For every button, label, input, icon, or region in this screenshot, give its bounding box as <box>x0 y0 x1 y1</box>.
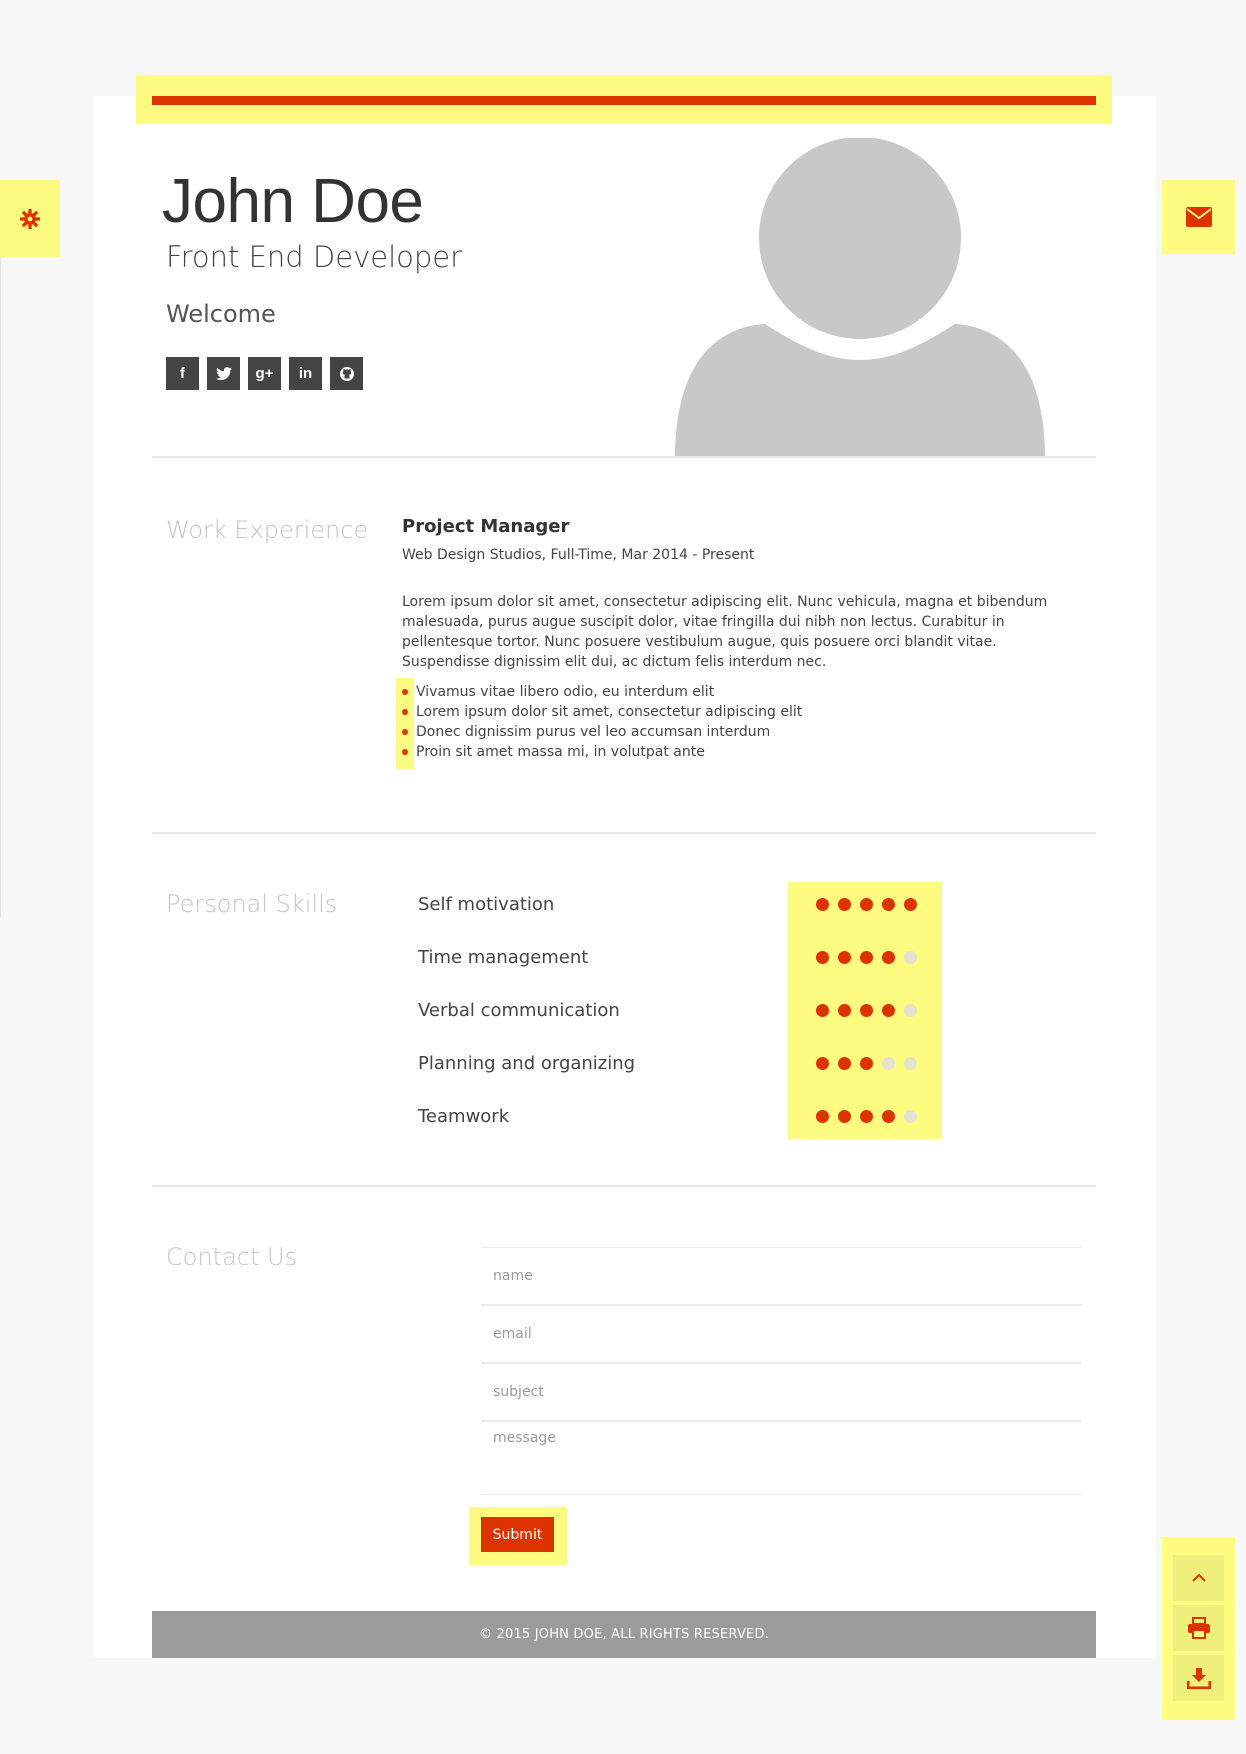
skill-row: Verbal communication <box>418 995 938 1025</box>
rating-dot-filled <box>838 1003 851 1017</box>
contact-toggle[interactable] <box>1162 180 1235 254</box>
rating-dot-filled <box>838 897 851 911</box>
message-field-wrap <box>481 1421 1081 1495</box>
skill-rating <box>816 1056 917 1070</box>
profile-role: Front End Developer <box>166 240 463 274</box>
avatar-placeholder <box>675 138 1045 458</box>
skill-name: Verbal communication <box>418 999 620 1021</box>
top-accent-bar <box>152 96 1096 105</box>
skill-row: Planning and organizing <box>418 1048 938 1078</box>
name-input[interactable] <box>481 1248 1081 1304</box>
rating-dot-filled <box>838 1109 851 1123</box>
github-link[interactable] <box>330 357 363 390</box>
printer-icon <box>1187 1617 1210 1639</box>
skill-row: Time management <box>418 942 938 972</box>
download-icon <box>1186 1668 1211 1689</box>
gear-icon <box>19 208 41 229</box>
facebook-link[interactable]: f <box>166 357 199 390</box>
divider <box>152 456 1096 458</box>
list-item: Lorem ipsum dolor sit amet, consectetur … <box>402 702 802 722</box>
scroll-top-button[interactable] <box>1173 1555 1224 1601</box>
rating-dot-filled <box>860 1003 873 1017</box>
skill-name: Time management <box>418 946 589 968</box>
rating-dot-filled <box>904 897 917 911</box>
job-meta: Web Design Studios, Full-Time, Mar 2014 … <box>402 547 755 563</box>
print-button[interactable] <box>1173 1605 1224 1651</box>
skill-rating <box>816 897 917 911</box>
chevron-up-icon <box>1191 1573 1206 1582</box>
linkedin-icon: in <box>298 365 313 382</box>
bullet-dot <box>402 689 408 695</box>
rating-dot-filled <box>860 1109 873 1123</box>
job-bullet-list: Vivamus vitae libero odio, eu interdum e… <box>402 682 802 762</box>
copyright-text: © 2015 JOHN DOE, ALL RIGHTS RESERVED. <box>478 1627 769 1642</box>
google-plus-icon: g+ <box>255 365 274 382</box>
top-accent-highlight <box>136 75 1112 124</box>
rating-dot-filled <box>882 1109 895 1123</box>
skill-name: Teamwork <box>418 1105 510 1127</box>
settings-toggle[interactable] <box>0 180 60 257</box>
facebook-icon: f <box>180 365 185 382</box>
skill-name: Planning and organizing <box>418 1052 636 1074</box>
list-item: Vivamus vitae libero odio, eu interdum e… <box>402 682 802 702</box>
rating-dot-filled <box>860 897 873 911</box>
job-description: Lorem ipsum dolor sit amet, consectetur … <box>402 594 1048 670</box>
download-button[interactable] <box>1173 1655 1224 1701</box>
bullet-dot <box>402 709 408 715</box>
rating-dot-filled <box>860 1056 873 1070</box>
rating-dot-filled <box>816 950 829 964</box>
rating-dot-filled <box>882 897 895 911</box>
bullet-dot <box>402 729 408 735</box>
subject-input[interactable] <box>481 1364 1081 1420</box>
skill-row: Self motivation <box>418 889 938 919</box>
job-title: Project Manager <box>402 516 570 537</box>
contact-us-title: Contact Us <box>166 1243 298 1271</box>
skill-rating <box>816 1003 917 1017</box>
twitter-icon <box>215 366 232 380</box>
work-experience-title: Work Experience <box>166 516 369 544</box>
rating-dot-filled <box>816 897 829 911</box>
list-item: Proin sit amet massa mi, in volutpat ant… <box>402 742 802 762</box>
left-edge-line <box>0 257 1 917</box>
rating-dot-filled <box>816 1109 829 1123</box>
welcome-text: Welcome <box>166 300 276 328</box>
email-field-wrap <box>481 1305 1081 1363</box>
skill-name: Self motivation <box>418 893 555 915</box>
email-input[interactable] <box>481 1306 1081 1362</box>
linkedin-link[interactable]: in <box>289 357 322 390</box>
rating-dot-empty <box>904 1056 917 1070</box>
rating-dot-filled <box>882 950 895 964</box>
bullet-dot <box>402 749 408 755</box>
rating-dot-empty <box>904 950 917 964</box>
social-links: f g+ in <box>166 357 363 390</box>
rating-dot-filled <box>816 1003 829 1017</box>
rating-dot-empty <box>904 1109 917 1123</box>
list-item: Donec dignissim purus vel leo accumsan i… <box>402 722 802 742</box>
skill-row: Teamwork <box>418 1101 938 1131</box>
rating-dot-filled <box>816 1056 829 1070</box>
rating-dot-empty <box>882 1056 895 1070</box>
rating-dot-empty <box>904 1003 917 1017</box>
profile-name: John Doe <box>162 167 424 236</box>
rating-dot-filled <box>882 1003 895 1017</box>
google-plus-link[interactable]: g+ <box>248 357 281 390</box>
divider <box>152 832 1096 834</box>
footer: © 2015 JOHN DOE, ALL RIGHTS RESERVED. <box>152 1611 1096 1658</box>
envelope-icon <box>1185 207 1212 227</box>
divider <box>152 1185 1096 1187</box>
twitter-link[interactable] <box>207 357 240 390</box>
message-input[interactable] <box>481 1422 1081 1494</box>
subject-field-wrap <box>481 1363 1081 1421</box>
rating-dot-filled <box>860 950 873 964</box>
github-icon <box>339 366 354 381</box>
submit-button[interactable]: Submit <box>481 1517 554 1552</box>
name-field-wrap <box>481 1247 1081 1305</box>
floating-tools <box>1162 1537 1235 1720</box>
skill-rating <box>816 950 917 964</box>
rating-dot-filled <box>838 950 851 964</box>
rating-dot-filled <box>838 1056 851 1070</box>
skill-rating <box>816 1109 917 1123</box>
personal-skills-title: Personal Skills <box>166 890 338 918</box>
